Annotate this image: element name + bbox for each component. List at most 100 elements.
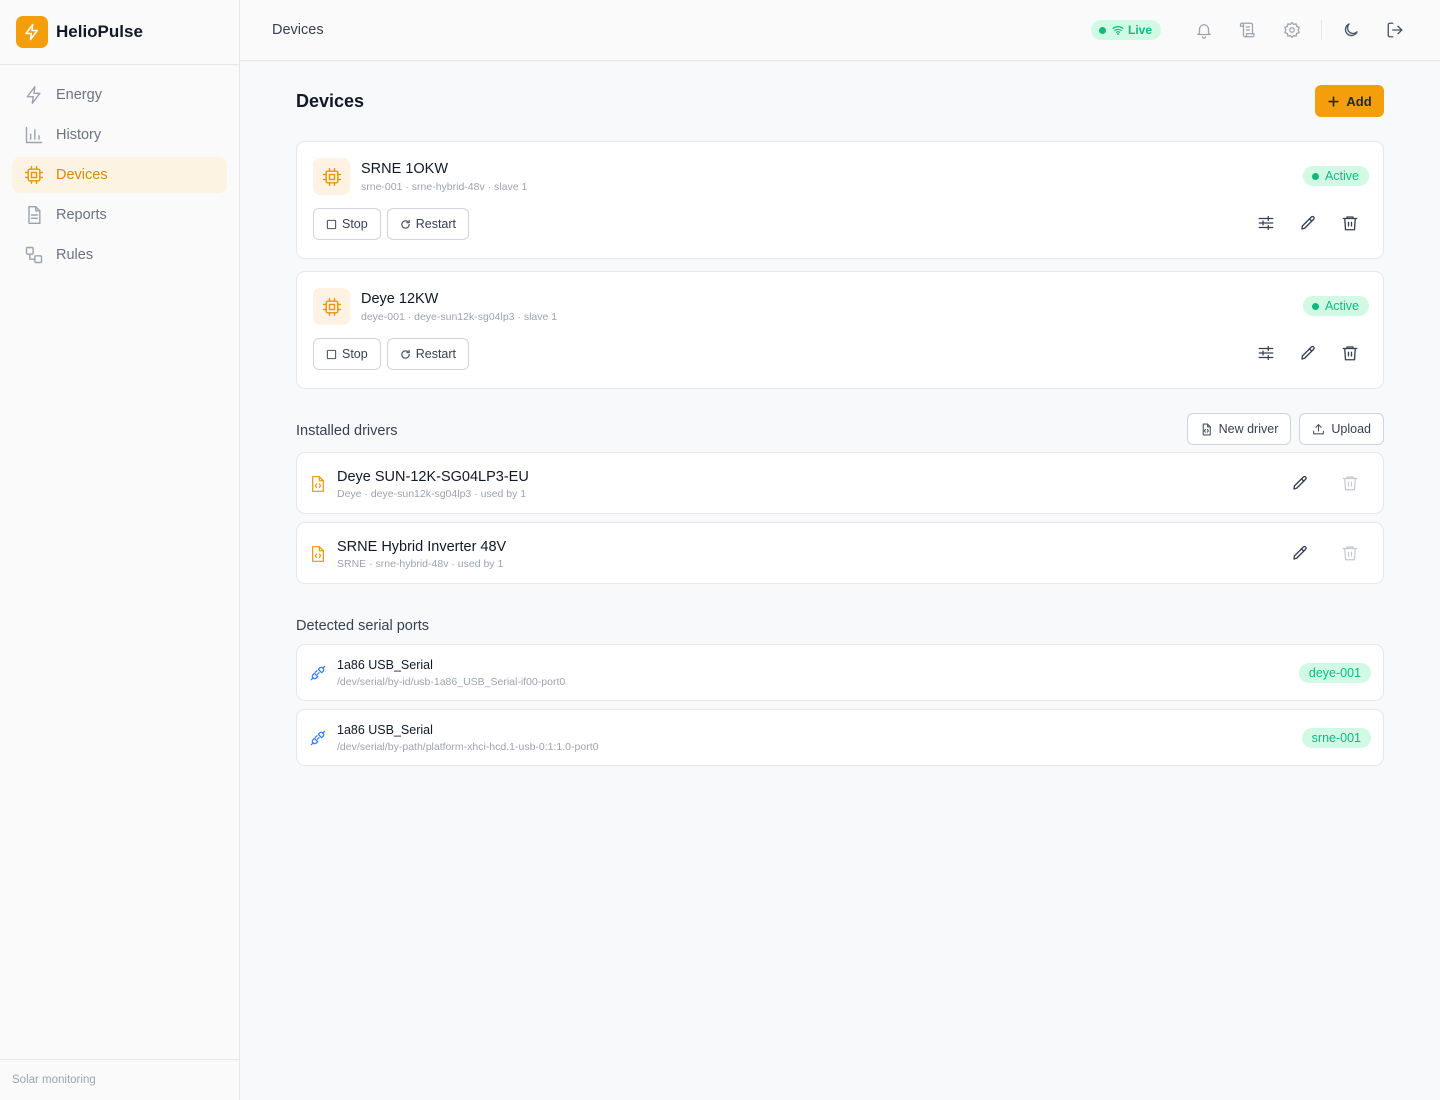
status-label: Active — [1324, 169, 1359, 183]
chip-icon — [24, 165, 44, 185]
device-card: SRNE 1OKW srne-001 · srne-hybrid-48v · s… — [296, 141, 1384, 259]
flow-icon — [24, 245, 44, 265]
header-actions: Live — [1090, 0, 1412, 60]
device-card: Deye 12KW deye-001 · deye-sun12k-sg04lp3… — [296, 271, 1384, 389]
stop-button[interactable]: Stop — [313, 338, 381, 370]
edit-button[interactable] — [1299, 214, 1319, 234]
bolt-icon — [24, 85, 44, 105]
edit-button[interactable] — [1299, 344, 1319, 364]
gear-icon — [1283, 21, 1301, 39]
trash-icon — [1341, 474, 1361, 492]
device-actions — [1235, 344, 1361, 364]
drivers-section-header: Installed drivers New driver Upload — [296, 402, 1384, 452]
file-code-icon — [1200, 423, 1219, 436]
chip-icon — [313, 158, 350, 195]
plug-icon — [310, 730, 326, 746]
status-badge: Active — [1302, 296, 1369, 316]
live-status-badge: Live — [1090, 20, 1161, 40]
sidebar-footer: Solar monitoring — [0, 1059, 239, 1100]
port-device-tag: deye-001 — [1298, 663, 1371, 683]
theme-toggle-button[interactable] — [1334, 13, 1368, 47]
new-driver-label: New driver — [1218, 422, 1279, 436]
configure-button[interactable] — [1257, 344, 1277, 364]
serial-port-card: 1a86 USB_Serial /dev/serial/by-path/plat… — [296, 709, 1384, 766]
file-code-icon — [311, 476, 325, 492]
sidebar-item-devices[interactable]: Devices — [12, 157, 227, 193]
plug-icon — [310, 665, 326, 681]
status-label: Active — [1324, 299, 1359, 313]
notifications-button[interactable] — [1187, 13, 1221, 47]
sliders-icon — [1257, 344, 1277, 362]
status-badge: Active — [1302, 166, 1369, 186]
section-title: Installed drivers — [296, 423, 398, 439]
ports-section-header: Detected serial ports — [296, 592, 1384, 644]
restart-button[interactable]: Restart — [386, 208, 470, 240]
sidebar-item-reports[interactable]: Reports — [12, 197, 227, 233]
pencil-icon — [1291, 544, 1311, 562]
driver-actions — [1261, 544, 1361, 564]
port-name: 1a86 USB_Serial — [337, 658, 433, 672]
driver-name: Deye SUN-12K-SG04LP3-EU — [337, 469, 529, 485]
scroll-icon — [1239, 21, 1257, 39]
new-driver-button[interactable]: New driver — [1186, 413, 1292, 445]
upload-icon — [1312, 423, 1331, 436]
edit-driver-button[interactable] — [1291, 474, 1311, 494]
port-name: 1a86 USB_Serial — [337, 723, 433, 737]
delete-button[interactable] — [1341, 344, 1361, 364]
trash-icon — [1341, 214, 1361, 232]
top-header: Devices Live — [240, 0, 1440, 61]
driver-card: SRNE Hybrid Inverter 48V SRNE · srne-hyb… — [296, 522, 1384, 584]
trash-icon — [1341, 544, 1361, 562]
stop-button[interactable]: Stop — [313, 208, 381, 240]
device-controls: Stop Restart — [313, 338, 475, 370]
trash-icon — [1341, 344, 1361, 362]
driver-card: Deye SUN-12K-SG04LP3-EU Deye · deye-sun1… — [296, 452, 1384, 514]
page-header: Devices Add — [296, 61, 1384, 141]
restart-icon — [400, 349, 416, 360]
sidebar-item-energy[interactable]: Energy — [12, 77, 227, 113]
port-path: /dev/serial/by-id/usb-1a86_USB_Serial-if… — [337, 676, 566, 688]
document-icon — [24, 205, 44, 225]
status-dot — [1311, 172, 1319, 180]
logout-icon — [1386, 21, 1404, 39]
sidebar-item-label: Energy — [56, 87, 102, 103]
device-name: Deye 12KW — [361, 291, 439, 307]
wifi-icon — [1112, 24, 1124, 36]
brand[interactable]: HelioPulse — [0, 0, 239, 65]
pencil-icon — [1299, 214, 1319, 232]
edit-driver-button[interactable] — [1291, 544, 1311, 564]
restart-icon — [400, 219, 416, 230]
section-title: Detected serial ports — [296, 618, 429, 634]
upload-button[interactable]: Upload — [1299, 413, 1384, 445]
plus-icon — [1327, 95, 1346, 108]
add-device-button[interactable]: Add — [1315, 85, 1384, 117]
settings-button[interactable] — [1275, 13, 1309, 47]
delete-driver-button[interactable] — [1341, 544, 1361, 564]
driver-name: SRNE Hybrid Inverter 48V — [337, 539, 507, 555]
stop-label: Stop — [342, 347, 368, 361]
live-dot — [1098, 26, 1106, 34]
app-name: HelioPulse — [56, 22, 143, 41]
logs-button[interactable] — [1231, 13, 1265, 47]
configure-button[interactable] — [1257, 214, 1277, 234]
delete-driver-button[interactable] — [1341, 474, 1361, 494]
restart-button[interactable]: Restart — [386, 338, 470, 370]
sidebar-item-history[interactable]: History — [12, 117, 227, 153]
restart-label: Restart — [415, 217, 457, 231]
driver-meta: Deye · deye-sun12k-sg04lp3 · used by 1 — [337, 488, 527, 500]
logout-button[interactable] — [1378, 13, 1412, 47]
page-title: Devices — [296, 91, 365, 111]
sidebar-item-label: History — [56, 127, 102, 143]
delete-button[interactable] — [1341, 214, 1361, 234]
device-meta: deye-001 · deye-sun12k-sg04lp3 · slave 1 — [361, 311, 558, 323]
port-device-tag: srne-001 — [1301, 728, 1371, 748]
bolt-icon — [16, 16, 48, 48]
sidebar-item-rules[interactable]: Rules — [12, 237, 227, 273]
main-content: Devices Add SRNE 1OKW srne-001 · srne-hy… — [296, 61, 1384, 774]
file-code-icon — [311, 546, 325, 562]
device-actions — [1235, 214, 1361, 234]
status-dot — [1311, 302, 1319, 310]
stop-icon — [326, 349, 342, 360]
driver-meta: SRNE · srne-hybrid-48v · used by 1 — [337, 558, 504, 570]
stop-icon — [326, 219, 342, 230]
